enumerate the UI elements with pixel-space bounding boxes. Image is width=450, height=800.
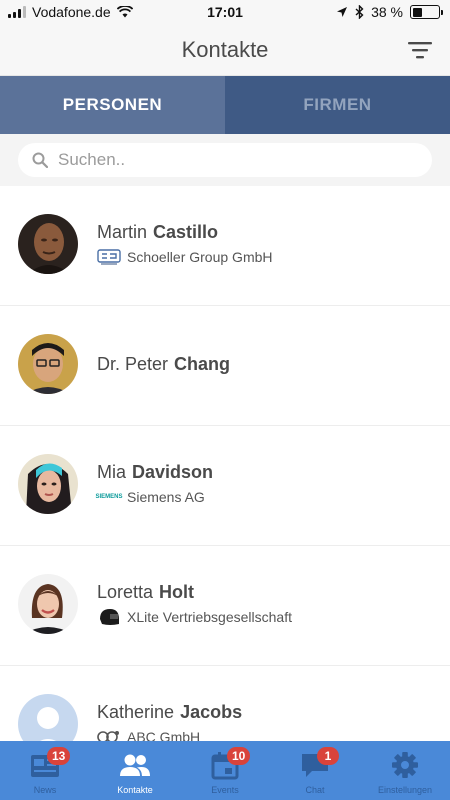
tab-personen[interactable]: PERSONEN (0, 76, 225, 134)
tab-einstellungen[interactable]: Einstellungen (360, 741, 450, 800)
chat-badge: 1 (317, 747, 339, 765)
battery-level (412, 7, 422, 17)
tab-label: News (33, 785, 57, 795)
nav-bar: Kontakte (0, 26, 450, 76)
avatar (18, 334, 78, 394)
contact-name: Loretta Holt (97, 582, 194, 603)
contact-row[interactable]: Martin Castillo Schoeller Group GmbH (0, 186, 450, 306)
tab-chat[interactable]: 1 Chat (270, 741, 360, 800)
gear-icon (389, 750, 421, 780)
tab-label: Einstellungen (377, 785, 433, 795)
schoeller-logo (97, 248, 121, 266)
segment-control: PERSONEN FIRMEN (0, 76, 450, 134)
tab-label: Kontakte (117, 785, 153, 795)
tab-news[interactable]: 13 News (0, 741, 90, 800)
first-name: Martin (97, 222, 148, 242)
siemens-logo: SIEMENS (95, 494, 123, 500)
company-name: ABC GmbH (127, 729, 201, 741)
search-bar (0, 134, 450, 186)
company-name: XLite Vertriebsgesellschaft (127, 609, 292, 625)
company-name: Schoeller Group GmbH (127, 249, 273, 265)
events-badge: 10 (227, 747, 251, 765)
status-right: 38 % (336, 4, 443, 20)
last-name: Jacobs (180, 702, 243, 722)
chat-icon: 1 (299, 747, 339, 780)
battery-percent: 38 % (371, 4, 403, 20)
page-title: Kontakte (181, 37, 269, 62)
tab-bar: 13 News Kontakte 10 Events 1 Chat Einste… (0, 741, 450, 800)
filter-icon[interactable] (408, 40, 432, 60)
last-name: Chang (174, 354, 231, 374)
contact-row[interactable]: Katherine Jacobs ABC GmbH (0, 666, 450, 741)
first-name: Dr. Peter (97, 354, 169, 374)
first-name: Katherine (97, 702, 175, 722)
bluetooth-icon (355, 5, 364, 19)
contact-name: Mia Davidson (97, 462, 213, 483)
avatar (18, 574, 78, 634)
contact-name: Dr. Peter Chang (97, 354, 230, 375)
tab-events[interactable]: 10 Events (180, 741, 270, 800)
avatar (18, 214, 78, 274)
contact-name: Martin Castillo (97, 222, 218, 243)
search-input[interactable] (58, 150, 398, 170)
battery-icon (410, 5, 443, 19)
contact-row[interactable]: Loretta Holt XLite Vertriebsgesellschaft (0, 546, 450, 666)
last-name: Castillo (153, 222, 219, 242)
company-name: Siemens AG (127, 489, 205, 505)
company: ABC GmbH (97, 728, 200, 741)
abc-logo (97, 728, 121, 741)
company: XLite Vertriebsgesellschaft (97, 608, 292, 626)
news-icon: 13 (29, 747, 71, 780)
last-name: Holt (159, 582, 195, 602)
search-icon (32, 152, 48, 168)
tab-firmen[interactable]: FIRMEN (225, 76, 450, 134)
contact-row[interactable]: Dr. Peter Chang (0, 306, 450, 426)
company: SIEMENS Siemens AG (95, 488, 205, 506)
avatar-placeholder (18, 694, 78, 741)
last-name: Davidson (132, 462, 214, 482)
avatar (18, 454, 78, 514)
contact-row[interactable]: Mia Davidson SIEMENS Siemens AG (0, 426, 450, 546)
search-box[interactable] (18, 143, 432, 177)
first-name: Mia (97, 462, 127, 482)
first-name: Loretta (97, 582, 154, 602)
contacts-icon (119, 750, 151, 780)
tab-label: Events (211, 785, 239, 795)
news-badge: 13 (47, 747, 71, 765)
tab-kontakte[interactable]: Kontakte (90, 741, 180, 800)
status-bar: Vodafone.de 17:01 38 % (0, 0, 450, 26)
contact-name: Katherine Jacobs (97, 702, 242, 723)
company: Schoeller Group GmbH (97, 248, 273, 266)
location-arrow-icon (337, 7, 348, 17)
tab-label: Chat (305, 785, 325, 795)
calendar-icon: 10 (209, 747, 251, 780)
contact-list: Martin Castillo Schoeller Group GmbH Dr.… (0, 186, 450, 741)
helmet-logo (97, 608, 121, 626)
